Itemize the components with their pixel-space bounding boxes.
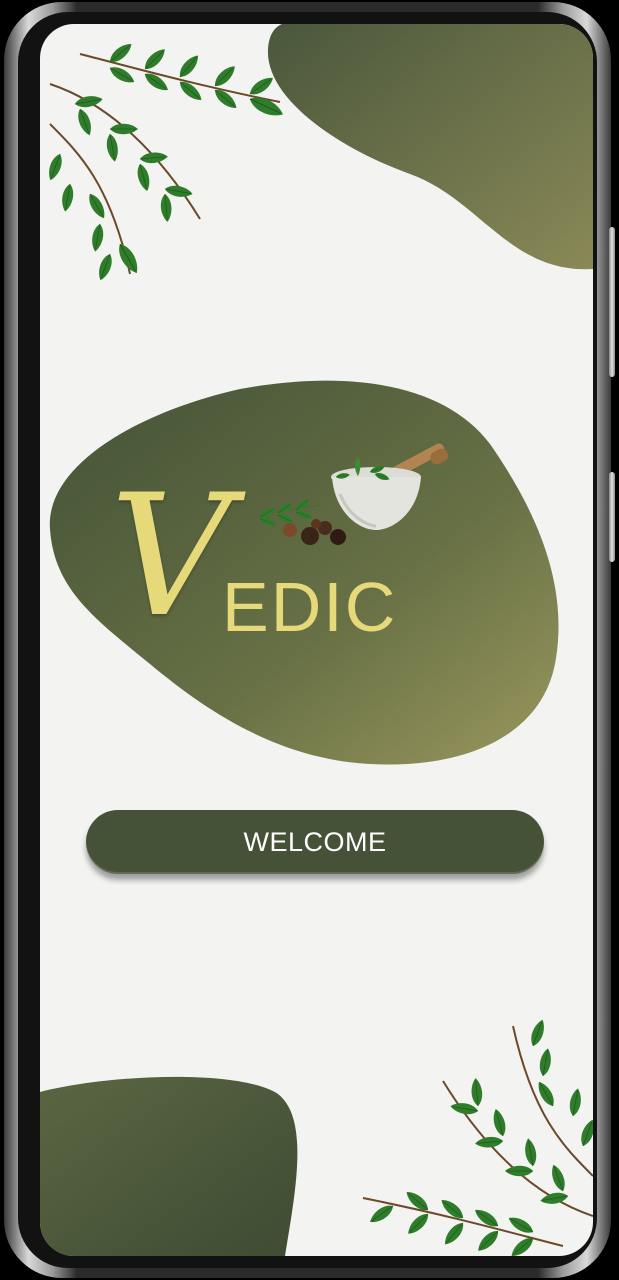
top-right-blob xyxy=(267,24,593,270)
phone-frame: V EDIC WELCOME xyxy=(4,2,615,1278)
app-screen: V EDIC WELCOME xyxy=(40,24,593,1256)
curry-leaf-branch-bottom-right xyxy=(362,1017,593,1256)
power-button xyxy=(609,472,615,562)
logo-wordmark: EDIC xyxy=(222,568,398,646)
bottom-left-blob xyxy=(40,1076,298,1256)
logo-initial: V xyxy=(110,458,232,654)
curry-leaf-branch-top-left xyxy=(45,39,287,283)
volume-button xyxy=(609,227,615,377)
welcome-button[interactable]: WELCOME xyxy=(86,810,544,874)
